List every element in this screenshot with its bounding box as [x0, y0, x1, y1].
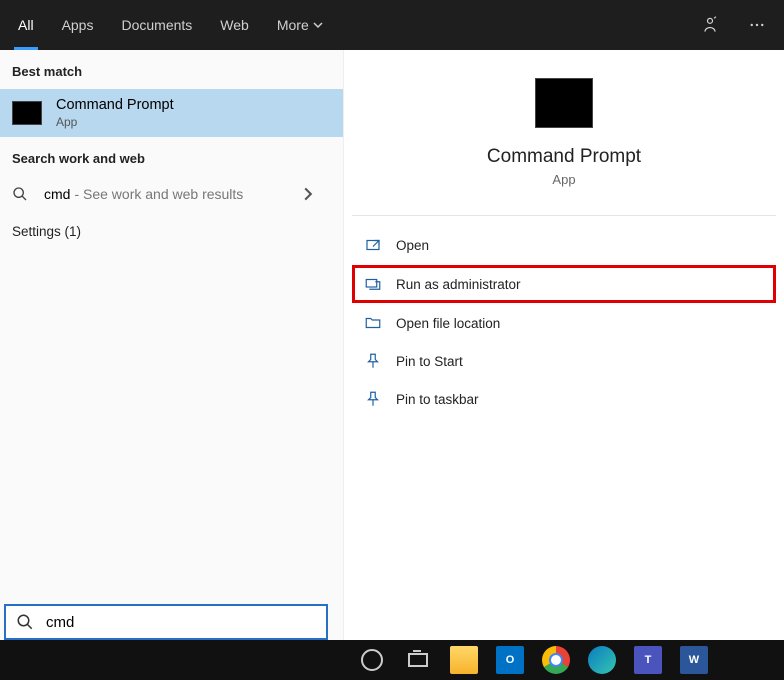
folder-icon: [364, 314, 382, 332]
preview-cmd-icon: [535, 78, 593, 128]
search-input[interactable]: [46, 614, 316, 631]
taskbar-chrome[interactable]: [536, 640, 576, 680]
edge-icon: [588, 646, 616, 674]
action-run-admin-label: Run as administrator: [396, 277, 521, 292]
result-subtitle: App: [56, 115, 174, 129]
result-title: Command Prompt: [56, 97, 174, 113]
action-pin-to-taskbar[interactable]: Pin to taskbar: [352, 380, 776, 418]
outlook-icon: O: [496, 646, 524, 674]
taskbar: O T W: [0, 640, 784, 680]
results-panel: Best match Command Prompt App Search wor…: [0, 50, 344, 640]
search-box[interactable]: [4, 604, 328, 640]
taskbar-edge[interactable]: [582, 640, 622, 680]
feedback-icon[interactable]: [686, 15, 734, 35]
open-icon: [364, 236, 382, 254]
folder-icon: [450, 646, 478, 674]
action-open-label: Open: [396, 238, 429, 253]
search-icon: [12, 186, 28, 202]
search-icon: [16, 613, 34, 631]
web-hint: - See work and web results: [74, 186, 243, 202]
taskbar-outlook[interactable]: O: [490, 640, 530, 680]
chrome-icon: [542, 646, 570, 674]
divider: [352, 215, 776, 216]
task-view-icon: [408, 653, 428, 667]
action-open-file-location[interactable]: Open file location: [352, 304, 776, 342]
action-pin-taskbar-label: Pin to taskbar: [396, 392, 479, 407]
action-pin-start-label: Pin to Start: [396, 354, 463, 369]
chevron-right-icon: [301, 187, 315, 201]
tab-all[interactable]: All: [4, 0, 48, 50]
action-run-as-administrator[interactable]: Run as administrator: [352, 265, 776, 303]
chevron-down-icon: [313, 20, 323, 30]
web-query: cmd: [44, 186, 70, 202]
action-open[interactable]: Open: [352, 226, 776, 264]
preview-title: Command Prompt: [487, 146, 641, 168]
best-match-label: Best match: [0, 50, 343, 89]
tab-documents[interactable]: Documents: [107, 0, 206, 50]
preview-kind: App: [552, 172, 575, 187]
more-options-icon[interactable]: [734, 16, 780, 34]
tab-more[interactable]: More: [263, 0, 337, 50]
search-tabs: All Apps Documents Web More: [0, 0, 784, 50]
task-view-button[interactable]: [398, 640, 438, 680]
preview-panel: Command Prompt App Open Run as administr…: [344, 50, 784, 640]
web-result-cmd[interactable]: cmd - See work and web results: [0, 176, 343, 212]
tab-web[interactable]: Web: [206, 0, 263, 50]
cortana-button[interactable]: [352, 640, 392, 680]
pin-taskbar-icon: [364, 390, 382, 408]
cortana-icon: [361, 649, 383, 671]
action-open-loc-label: Open file location: [396, 316, 500, 331]
settings-group[interactable]: Settings (1): [0, 212, 343, 251]
taskbar-file-explorer[interactable]: [444, 640, 484, 680]
result-command-prompt[interactable]: Command Prompt App: [0, 89, 343, 137]
tab-apps[interactable]: Apps: [48, 0, 108, 50]
action-pin-to-start[interactable]: Pin to Start: [352, 342, 776, 380]
admin-icon: [364, 275, 382, 293]
tab-more-label: More: [277, 17, 309, 33]
search-work-web-label: Search work and web: [0, 137, 343, 176]
pin-icon: [364, 352, 382, 370]
taskbar-teams[interactable]: T: [628, 640, 668, 680]
cmd-icon: [12, 101, 42, 125]
word-icon: W: [680, 646, 708, 674]
teams-icon: T: [634, 646, 662, 674]
taskbar-word[interactable]: W: [674, 640, 714, 680]
